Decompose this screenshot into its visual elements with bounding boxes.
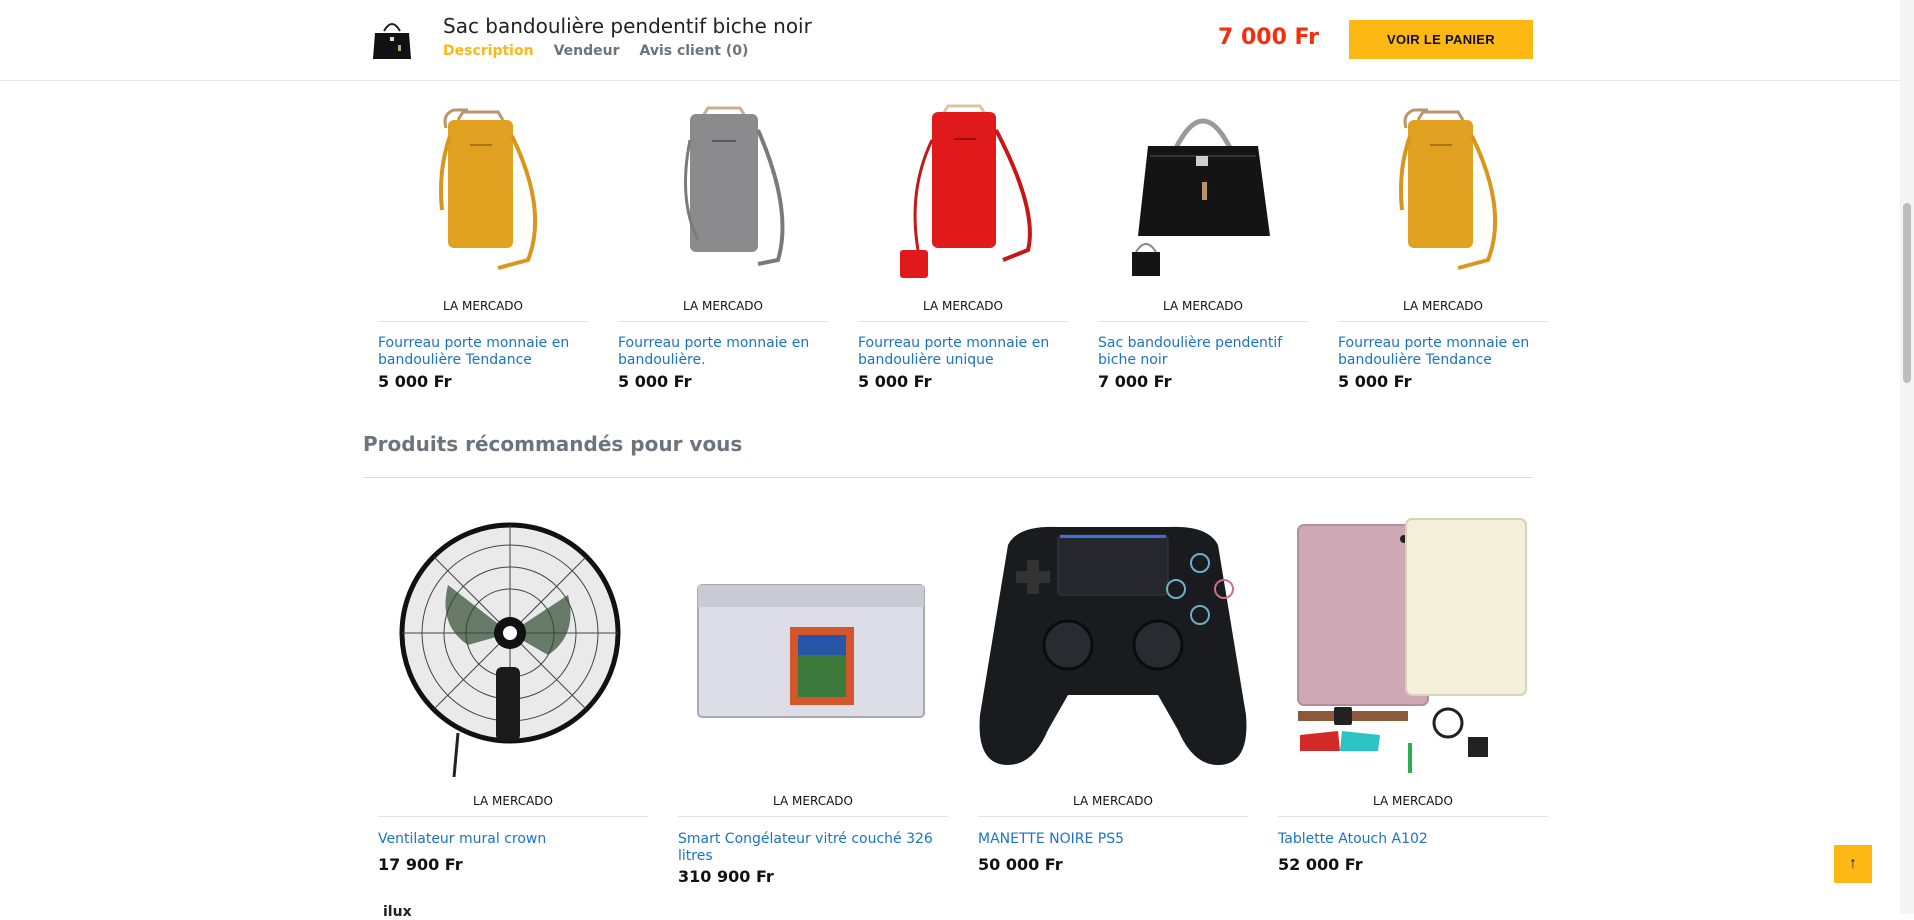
- footer-brand-text: ilux: [383, 904, 412, 920]
- product-price: 50 000 Fr: [978, 855, 1063, 874]
- product-name-link[interactable]: Fourreau porte monnaie en bandoulière un…: [858, 335, 1068, 369]
- wall-fan-image: [399, 522, 621, 778]
- product-card[interactable]: LA MERCADO Fourreau porte monnaie en ban…: [858, 90, 1068, 400]
- product-name-link[interactable]: Sac bandoulière pendentif biche noir: [1098, 335, 1308, 369]
- product-thumbnail: [373, 23, 411, 59]
- product-card[interactable]: LA MERCADO Fourreau porte monnaie en ban…: [378, 90, 588, 400]
- product-price: 5 000 Fr: [858, 372, 932, 391]
- chest-freezer-image: [697, 584, 925, 718]
- product-name-link[interactable]: Ventilateur mural crown: [378, 831, 648, 848]
- product-card[interactable]: LA MERCADO MANETTE NOIRE PS5 50 000 Fr: [978, 510, 1248, 890]
- tablet-kit-image: [1297, 518, 1527, 773]
- grey-phone-bag-image: [684, 106, 785, 266]
- vendor-name: LA MERCADO: [1338, 299, 1548, 322]
- product-name-link[interactable]: Tablette Atouch A102: [1278, 831, 1548, 848]
- product-name-link[interactable]: MANETTE NOIRE PS5: [978, 831, 1248, 848]
- tab-vendeur[interactable]: Vendeur: [554, 43, 620, 59]
- black-handbag-image: [1132, 118, 1270, 276]
- product-card[interactable]: LA MERCADO Tablette Atouch A102 52 000 F…: [1278, 510, 1548, 890]
- vendor-name: LA MERCADO: [858, 299, 1068, 322]
- product-name-link[interactable]: Smart Congélateur vitré couché 326 litre…: [678, 831, 948, 865]
- game-controller-image: [979, 526, 1247, 765]
- vendor-name: LA MERCADO: [1278, 794, 1548, 817]
- product-price: 5 000 Fr: [618, 372, 692, 391]
- product-name-link[interactable]: Fourreau porte monnaie en bandoulière Te…: [378, 335, 588, 369]
- vendor-name: LA MERCADO: [378, 794, 648, 817]
- product-card[interactable]: LA MERCADO Smart Congélateur vitré couch…: [678, 510, 948, 890]
- red-phone-bag-image: [900, 104, 1032, 278]
- sticky-product-header: Sac bandoulière pendentif biche noir Des…: [0, 0, 1900, 81]
- vendor-name: LA MERCADO: [1098, 299, 1308, 322]
- product-name-link[interactable]: Fourreau porte monnaie en bandoulière Te…: [1338, 335, 1548, 369]
- product-title: Sac bandoulière pendentif biche noir: [443, 14, 812, 38]
- vendor-name: LA MERCADO: [678, 794, 948, 817]
- recommended-section-title: Produits récommandés pour vous: [363, 432, 743, 456]
- product-price: 5 000 Fr: [1338, 372, 1412, 391]
- page-scrollbar[interactable]: [1900, 0, 1914, 914]
- product-price: 7 000 Fr: [1098, 372, 1172, 391]
- product-card[interactable]: LA MERCADO Fourreau porte monnaie en ban…: [618, 90, 828, 400]
- yellow-phone-bag-image: [1399, 108, 1498, 270]
- product-card[interactable]: LA MERCADO Ventilateur mural crown 17 90…: [378, 510, 648, 890]
- vendor-name: LA MERCADO: [978, 794, 1248, 817]
- product-card[interactable]: LA MERCADO Fourreau porte monnaie en ban…: [1338, 90, 1548, 400]
- product-price: 17 900 Fr: [378, 855, 463, 874]
- view-cart-button[interactable]: VOIR LE PANIER: [1349, 20, 1533, 59]
- product-price: 5 000 Fr: [378, 372, 452, 391]
- scrollbar-thumb[interactable]: [1903, 203, 1911, 383]
- product-price: 7 000 Fr: [1218, 25, 1320, 50]
- vendor-name: LA MERCADO: [618, 299, 828, 322]
- product-name-link[interactable]: Fourreau porte monnaie en bandoulière.: [618, 335, 828, 369]
- product-tabs: Description Vendeur Avis client (0): [443, 43, 748, 59]
- product-price: 52 000 Fr: [1278, 855, 1363, 874]
- section-divider: [363, 477, 1533, 478]
- tab-description[interactable]: Description: [443, 43, 534, 59]
- vendor-name: LA MERCADO: [378, 299, 588, 322]
- back-to-top-button[interactable]: ↑: [1834, 845, 1872, 883]
- product-price: 310 900 Fr: [678, 867, 774, 886]
- product-card[interactable]: LA MERCADO Sac bandoulière pendentif bic…: [1098, 90, 1308, 400]
- yellow-phone-bag-image: [439, 108, 538, 270]
- tab-avis-client[interactable]: Avis client (0): [639, 43, 748, 59]
